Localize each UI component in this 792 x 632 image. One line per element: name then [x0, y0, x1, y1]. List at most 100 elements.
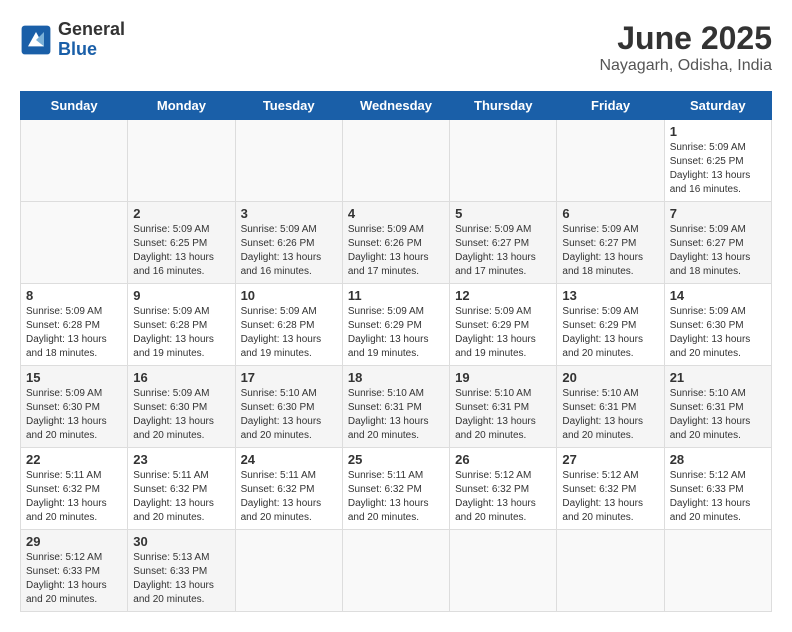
day-number: 19 — [455, 370, 551, 385]
day-info: Sunrise: 5:12 AM Sunset: 6:32 PM Dayligh… — [455, 469, 551, 525]
day-info: Sunrise: 5:09 AM Sunset: 6:28 PM Dayligh… — [133, 305, 229, 361]
day-number: 6 — [562, 206, 658, 221]
calendar-cell: 3 Sunrise: 5:09 AM Sunset: 6:26 PM Daylig… — [235, 202, 342, 284]
day-info: Sunrise: 5:12 AM Sunset: 6:33 PM Dayligh… — [26, 551, 122, 607]
day-info: Sunrise: 5:09 AM Sunset: 6:28 PM Dayligh… — [26, 305, 122, 361]
day-of-week-header: Monday — [128, 92, 235, 120]
logo-blue-text: Blue — [58, 39, 97, 59]
week-row: 22 Sunrise: 5:11 AM Sunset: 6:32 PM Dayli… — [21, 448, 772, 530]
day-of-week-header: Friday — [557, 92, 664, 120]
calendar-cell: 1Sunrise: 5:09 AM Sunset: 6:25 PM Daylig… — [664, 120, 771, 202]
day-info: Sunrise: 5:09 AM Sunset: 6:29 PM Dayligh… — [348, 305, 444, 361]
day-info: Sunrise: 5:09 AM Sunset: 6:29 PM Dayligh… — [562, 305, 658, 361]
calendar-cell: 16 Sunrise: 5:09 AM Sunset: 6:30 PM Dayli… — [128, 366, 235, 448]
calendar-cell: 10 Sunrise: 5:09 AM Sunset: 6:28 PM Dayli… — [235, 284, 342, 366]
calendar-cell: 13 Sunrise: 5:09 AM Sunset: 6:29 PM Dayli… — [557, 284, 664, 366]
calendar-subtitle: Nayagarh, Odisha, India — [599, 57, 772, 75]
day-number: 16 — [133, 370, 229, 385]
day-info: Sunrise: 5:10 AM Sunset: 6:30 PM Dayligh… — [241, 387, 337, 443]
calendar-cell — [128, 120, 235, 202]
day-info: Sunrise: 5:10 AM Sunset: 6:31 PM Dayligh… — [562, 387, 658, 443]
day-info: Sunrise: 5:09 AM Sunset: 6:26 PM Dayligh… — [348, 223, 444, 279]
calendar-cell: 21 Sunrise: 5:10 AM Sunset: 6:31 PM Dayli… — [664, 366, 771, 448]
day-number: 3 — [241, 206, 337, 221]
calendar-cell — [450, 530, 557, 612]
calendar-cell: 30Sunrise: 5:13 AM Sunset: 6:33 PM Dayli… — [128, 530, 235, 612]
calendar-cell: 23 Sunrise: 5:11 AM Sunset: 6:32 PM Dayli… — [128, 448, 235, 530]
day-number: 14 — [670, 288, 766, 303]
day-number: 29 — [26, 534, 122, 549]
day-number: 23 — [133, 452, 229, 467]
day-number: 15 — [26, 370, 122, 385]
calendar-cell: 18 Sunrise: 5:10 AM Sunset: 6:31 PM Dayli… — [342, 366, 449, 448]
day-number: 12 — [455, 288, 551, 303]
day-number: 10 — [241, 288, 337, 303]
day-info: Sunrise: 5:09 AM Sunset: 6:25 PM Dayligh… — [133, 223, 229, 279]
calendar-cell: 4 Sunrise: 5:09 AM Sunset: 6:26 PM Daylig… — [342, 202, 449, 284]
logo-icon — [20, 24, 52, 56]
calendar-cell: 27Sunrise: 5:12 AM Sunset: 6:32 PM Dayli… — [557, 448, 664, 530]
calendar-cell: 15 Sunrise: 5:09 AM Sunset: 6:30 PM Dayli… — [21, 366, 128, 448]
day-number: 2 — [133, 206, 229, 221]
day-number: 11 — [348, 288, 444, 303]
day-number: 8 — [26, 288, 122, 303]
day-info: Sunrise: 5:10 AM Sunset: 6:31 PM Dayligh… — [348, 387, 444, 443]
calendar-cell: 14Sunrise: 5:09 AM Sunset: 6:30 PM Dayli… — [664, 284, 771, 366]
day-info: Sunrise: 5:09 AM Sunset: 6:29 PM Dayligh… — [455, 305, 551, 361]
day-number: 18 — [348, 370, 444, 385]
calendar-cell: 2 Sunrise: 5:09 AM Sunset: 6:25 PM Daylig… — [128, 202, 235, 284]
calendar-cell — [450, 120, 557, 202]
calendar-cell: 28Sunrise: 5:12 AM Sunset: 6:33 PM Dayli… — [664, 448, 771, 530]
calendar-cell: 6 Sunrise: 5:09 AM Sunset: 6:27 PM Daylig… — [557, 202, 664, 284]
day-number: 13 — [562, 288, 658, 303]
day-info: Sunrise: 5:09 AM Sunset: 6:30 PM Dayligh… — [26, 387, 122, 443]
day-number: 1 — [670, 124, 766, 139]
day-of-week-header: Wednesday — [342, 92, 449, 120]
week-row: 1Sunrise: 5:09 AM Sunset: 6:25 PM Daylig… — [21, 120, 772, 202]
day-number: 30 — [133, 534, 229, 549]
day-info: Sunrise: 5:11 AM Sunset: 6:32 PM Dayligh… — [241, 469, 337, 525]
day-info: Sunrise: 5:09 AM Sunset: 6:28 PM Dayligh… — [241, 305, 337, 361]
calendar-cell: 29 Sunrise: 5:12 AM Sunset: 6:33 PM Dayli… — [21, 530, 128, 612]
logo-text: General Blue — [58, 20, 125, 60]
day-info: Sunrise: 5:10 AM Sunset: 6:31 PM Dayligh… — [670, 387, 766, 443]
week-row: 15 Sunrise: 5:09 AM Sunset: 6:30 PM Dayli… — [21, 366, 772, 448]
week-row: 29 Sunrise: 5:12 AM Sunset: 6:33 PM Dayli… — [21, 530, 772, 612]
days-of-week-row: SundayMondayTuesdayWednesdayThursdayFrid… — [21, 92, 772, 120]
calendar-cell: 9Sunrise: 5:09 AM Sunset: 6:28 PM Daylig… — [128, 284, 235, 366]
day-info: Sunrise: 5:09 AM Sunset: 6:27 PM Dayligh… — [562, 223, 658, 279]
day-number: 21 — [670, 370, 766, 385]
calendar-cell — [235, 120, 342, 202]
day-number: 24 — [241, 452, 337, 467]
calendar-cell — [557, 120, 664, 202]
day-number: 4 — [348, 206, 444, 221]
calendar-cell: 22Sunrise: 5:11 AM Sunset: 6:32 PM Dayli… — [21, 448, 128, 530]
calendar-cell: 26Sunrise: 5:12 AM Sunset: 6:32 PM Dayli… — [450, 448, 557, 530]
day-info: Sunrise: 5:09 AM Sunset: 6:27 PM Dayligh… — [455, 223, 551, 279]
calendar-cell — [235, 530, 342, 612]
day-info: Sunrise: 5:11 AM Sunset: 6:32 PM Dayligh… — [133, 469, 229, 525]
day-number: 28 — [670, 452, 766, 467]
calendar-cell: 5Sunrise: 5:09 AM Sunset: 6:27 PM Daylig… — [450, 202, 557, 284]
week-row: 8 Sunrise: 5:09 AM Sunset: 6:28 PM Daylig… — [21, 284, 772, 366]
calendar-cell: 8 Sunrise: 5:09 AM Sunset: 6:28 PM Daylig… — [21, 284, 128, 366]
calendar-cell — [342, 120, 449, 202]
calendar-cell: 25Sunrise: 5:11 AM Sunset: 6:32 PM Dayli… — [342, 448, 449, 530]
calendar-cell: 20 Sunrise: 5:10 AM Sunset: 6:31 PM Dayli… — [557, 366, 664, 448]
calendar-cell: 19Sunrise: 5:10 AM Sunset: 6:31 PM Dayli… — [450, 366, 557, 448]
day-of-week-header: Saturday — [664, 92, 771, 120]
day-number: 17 — [241, 370, 337, 385]
calendar-body: 1 Sunrise: 5:09 AM Sunset: 6:25 PM Daylig… — [21, 120, 772, 612]
calendar-cell — [664, 530, 771, 612]
day-info: Sunrise: 5:11 AM Sunset: 6:32 PM Dayligh… — [348, 469, 444, 525]
day-number: 22 — [26, 452, 122, 467]
calendar-cell: 11 Sunrise: 5:09 AM Sunset: 6:29 PM Dayli… — [342, 284, 449, 366]
calendar-title: June 2025 — [599, 20, 772, 57]
day-number: 7 — [670, 206, 766, 221]
day-number: 20 — [562, 370, 658, 385]
calendar-cell: 17 Sunrise: 5:10 AM Sunset: 6:30 PM Dayli… — [235, 366, 342, 448]
day-info: Sunrise: 5:09 AM Sunset: 6:26 PM Dayligh… — [241, 223, 337, 279]
calendar-header: SundayMondayTuesdayWednesdayThursdayFrid… — [21, 92, 772, 120]
day-info: Sunrise: 5:09 AM Sunset: 6:30 PM Dayligh… — [133, 387, 229, 443]
logo: General Blue — [20, 20, 125, 60]
